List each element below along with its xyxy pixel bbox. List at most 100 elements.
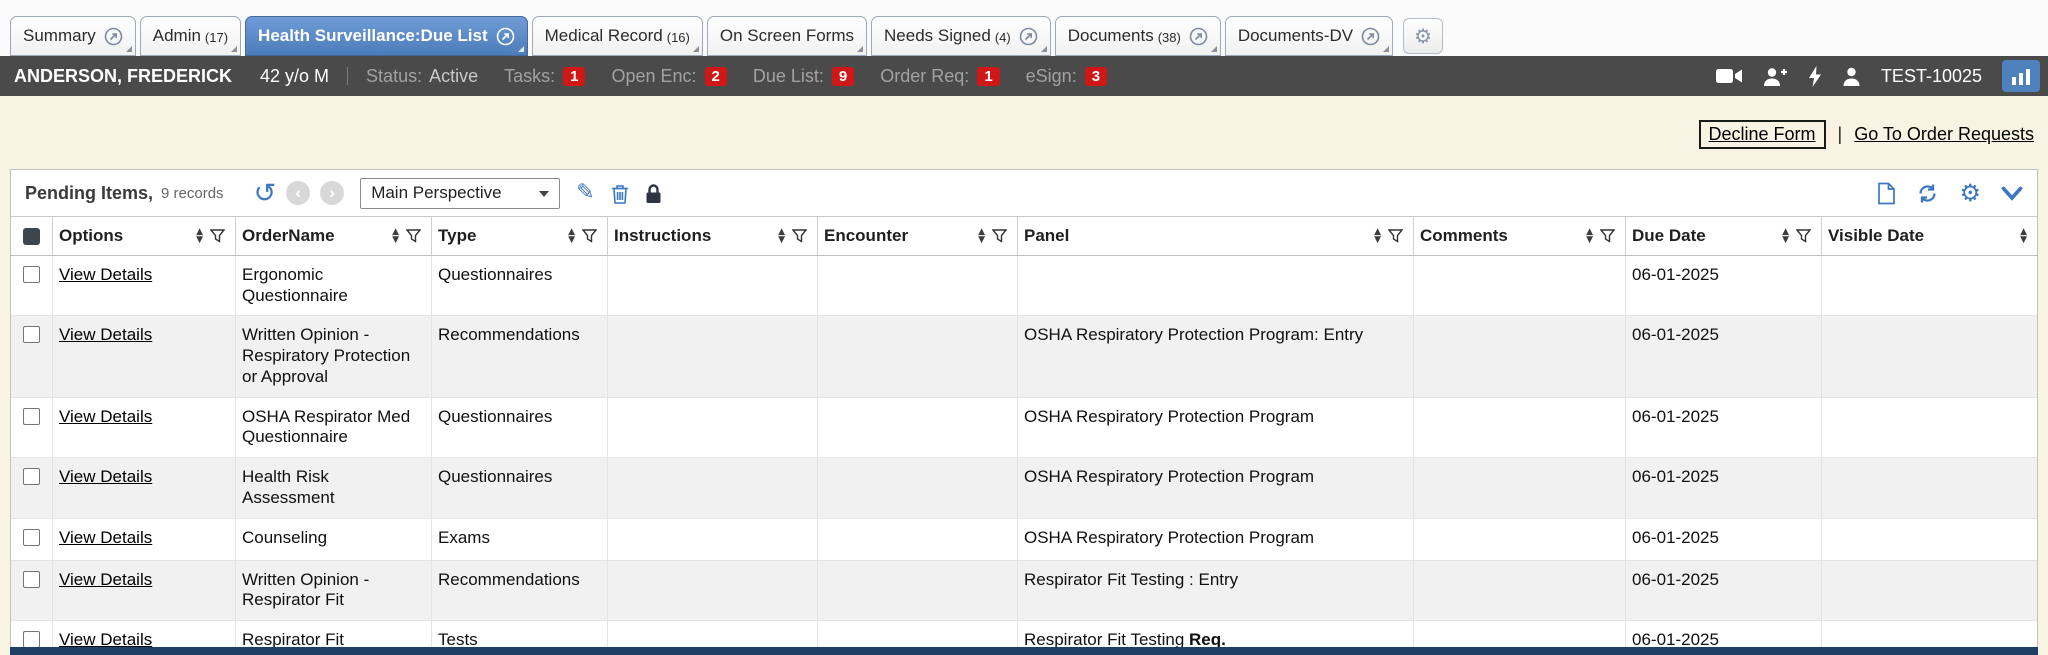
tasks-badge[interactable]: 1 (563, 67, 585, 86)
new-document-icon[interactable] (1877, 182, 1896, 205)
row-checkbox[interactable] (23, 529, 40, 546)
esign-badge[interactable]: 3 (1085, 67, 1107, 86)
column-header-type[interactable]: Type (438, 226, 476, 246)
perspective-select[interactable]: Main Perspective (360, 178, 560, 209)
order-req-label: Order Req: (880, 66, 969, 87)
nav-back-button[interactable]: ‹ (286, 181, 310, 205)
collapse-chevron-icon[interactable] (2001, 186, 2023, 201)
sort-icon[interactable]: ▲▼ (2020, 228, 2027, 244)
column-header-comments[interactable]: Comments (1420, 226, 1508, 246)
sort-icon[interactable]: ▲▼ (1782, 228, 1789, 244)
tab-count: (4) (995, 30, 1011, 45)
tab-health-surveillance-due-list[interactable]: Health Surveillance:Due List (245, 16, 528, 56)
horizontal-scrollbar[interactable] (10, 647, 2038, 655)
encounter-cell (818, 519, 1018, 560)
order-req-badge[interactable]: 1 (977, 67, 999, 86)
view-details-link[interactable]: View Details (59, 265, 152, 284)
table-row: View Details Ergonomic Questionnaire Que… (11, 256, 2037, 316)
sort-icon[interactable]: ▲▼ (392, 228, 399, 244)
nav-forward-button[interactable]: › (320, 181, 344, 205)
panel-toolbar: Pending Items, 9 records ↺ ‹ › Main Pers… (11, 170, 2037, 216)
go-to-order-requests-link[interactable]: Go To Order Requests (1854, 124, 2034, 145)
view-details-link[interactable]: View Details (59, 407, 152, 426)
delete-icon[interactable] (611, 183, 629, 204)
instructions-cell (608, 519, 818, 560)
tab-admin[interactable]: Admin (17) (140, 16, 241, 56)
filter-icon[interactable] (1796, 229, 1811, 243)
sort-icon[interactable]: ▲▼ (978, 228, 985, 244)
edit-icon[interactable]: ✎ (576, 182, 594, 204)
column-header-encounter[interactable]: Encounter (824, 226, 908, 246)
filter-icon[interactable] (792, 229, 807, 243)
sort-icon[interactable]: ▲▼ (568, 228, 575, 244)
filter-icon[interactable] (1388, 229, 1403, 243)
popout-icon[interactable] (104, 27, 123, 46)
column-header-instructions[interactable]: Instructions (614, 226, 711, 246)
popout-icon[interactable] (1189, 27, 1208, 46)
column-header-panel[interactable]: Panel (1024, 226, 1069, 246)
order-name-cell: OSHA Respirator Med Questionnaire (236, 398, 432, 457)
chart-button[interactable] (2002, 60, 2040, 92)
column-header-options[interactable]: Options (59, 226, 123, 246)
column-header-ordername[interactable]: OrderName (242, 226, 335, 246)
due-date-cell: 06-01-2025 (1626, 561, 1822, 620)
view-details-link[interactable]: View Details (59, 570, 152, 589)
row-checkbox[interactable] (23, 266, 40, 283)
column-header-due-date[interactable]: Due Date (1632, 226, 1706, 246)
popout-icon[interactable] (496, 27, 515, 46)
tab-settings-button[interactable]: ⚙ (1403, 18, 1443, 54)
open-enc-label: Open Enc: (611, 66, 696, 87)
row-checkbox[interactable] (23, 408, 40, 425)
row-checkbox[interactable] (23, 326, 40, 343)
due-date-cell: 06-01-2025 (1626, 316, 1822, 396)
filter-icon[interactable] (406, 229, 421, 243)
select-all-checkbox[interactable] (23, 228, 40, 245)
due-list-label: Due List: (753, 66, 824, 87)
sort-icon[interactable]: ▲▼ (778, 228, 785, 244)
undo-icon[interactable]: ↺ (254, 180, 277, 207)
sort-icon[interactable]: ▲▼ (196, 228, 203, 244)
decline-form-link[interactable]: Decline Form (1699, 120, 1826, 149)
open-enc-badge[interactable]: 2 (705, 67, 727, 86)
popout-icon[interactable] (1019, 27, 1038, 46)
filter-icon[interactable] (210, 229, 225, 243)
tab-label: Health Surveillance:Due List (258, 26, 488, 46)
encounter-cell (818, 458, 1018, 517)
filter-icon[interactable] (1600, 229, 1615, 243)
instructions-cell (608, 398, 818, 457)
comments-cell (1414, 458, 1626, 517)
instructions-cell (608, 458, 818, 517)
due-list-badge[interactable]: 9 (832, 67, 854, 86)
tab-needs-signed[interactable]: Needs Signed (4) (871, 16, 1051, 56)
panel-cell: OSHA Respiratory Protection Program: Ent… (1018, 316, 1414, 396)
tab-summary[interactable]: Summary (10, 16, 136, 56)
row-checkbox[interactable] (23, 631, 40, 648)
sort-icon[interactable]: ▲▼ (1586, 228, 1593, 244)
row-checkbox[interactable] (23, 468, 40, 485)
view-details-link[interactable]: View Details (59, 467, 152, 486)
tab-documents[interactable]: Documents (38) (1055, 16, 1221, 56)
comments-cell (1414, 256, 1626, 315)
lightning-icon[interactable] (1808, 66, 1822, 87)
refresh-icon[interactable] (1916, 182, 1939, 205)
row-checkbox[interactable] (23, 571, 40, 588)
view-details-link[interactable]: View Details (59, 528, 152, 547)
popout-icon[interactable] (1361, 27, 1380, 46)
type-cell: Exams (432, 519, 608, 560)
tab-on-screen-forms[interactable]: On Screen Forms (707, 16, 867, 56)
add-user-icon[interactable] (1763, 67, 1788, 86)
lock-icon[interactable] (645, 183, 662, 204)
video-call-icon[interactable] (1716, 67, 1743, 85)
instructions-cell (608, 316, 818, 396)
settings-gear-icon[interactable]: ⚙ (1959, 181, 1981, 205)
tab-documents-dv[interactable]: Documents-DV (1225, 16, 1393, 56)
view-details-link[interactable]: View Details (59, 325, 152, 344)
sort-icon[interactable]: ▲▼ (1374, 228, 1381, 244)
comments-cell (1414, 398, 1626, 457)
tab-medical-record[interactable]: Medical Record (16) (532, 16, 703, 56)
gears-icon: ⚙ (1414, 26, 1432, 46)
filter-icon[interactable] (992, 229, 1007, 243)
comments-cell (1414, 561, 1626, 620)
filter-icon[interactable] (582, 229, 597, 243)
column-header-visible-date[interactable]: Visible Date (1828, 226, 1924, 246)
